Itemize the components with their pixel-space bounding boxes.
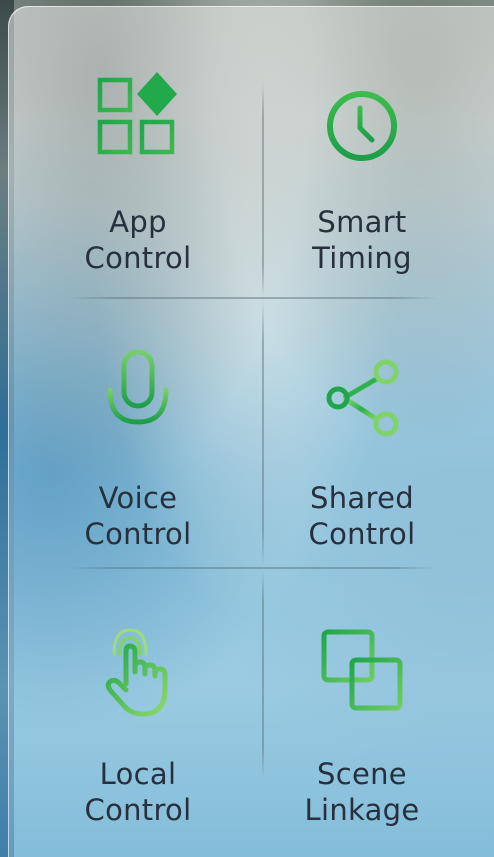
feature-label: Shared Control <box>308 481 416 551</box>
touch-hand-icon <box>90 624 186 720</box>
features-panel: App Control Smart Timing Voice Control S… <box>8 6 494 857</box>
feature-label: App Control <box>84 205 192 275</box>
feature-label: Scene Linkage <box>304 757 420 827</box>
vertical-divider <box>262 300 264 568</box>
horizontal-divider <box>68 297 438 299</box>
feature-shared-control[interactable]: Shared Control <box>242 282 482 552</box>
microphone-icon <box>90 348 186 444</box>
feature-scene-linkage[interactable]: Scene Linkage <box>242 558 482 828</box>
vertical-divider <box>262 84 264 298</box>
vertical-divider <box>262 570 264 780</box>
feature-local-control[interactable]: Local Control <box>18 558 258 828</box>
share-icon <box>314 348 410 444</box>
feature-label: Smart Timing <box>312 205 412 275</box>
linked-squares-icon <box>314 624 410 720</box>
feature-app-control[interactable]: App Control <box>18 6 258 276</box>
feature-label: Voice Control <box>84 481 192 551</box>
stopwatch-icon <box>314 72 410 168</box>
feature-smart-timing[interactable]: Smart Timing <box>242 6 482 276</box>
horizontal-divider <box>68 567 438 569</box>
app-grid-icon <box>90 72 186 168</box>
feature-voice-control[interactable]: Voice Control <box>18 282 258 552</box>
feature-label: Local Control <box>84 757 192 827</box>
